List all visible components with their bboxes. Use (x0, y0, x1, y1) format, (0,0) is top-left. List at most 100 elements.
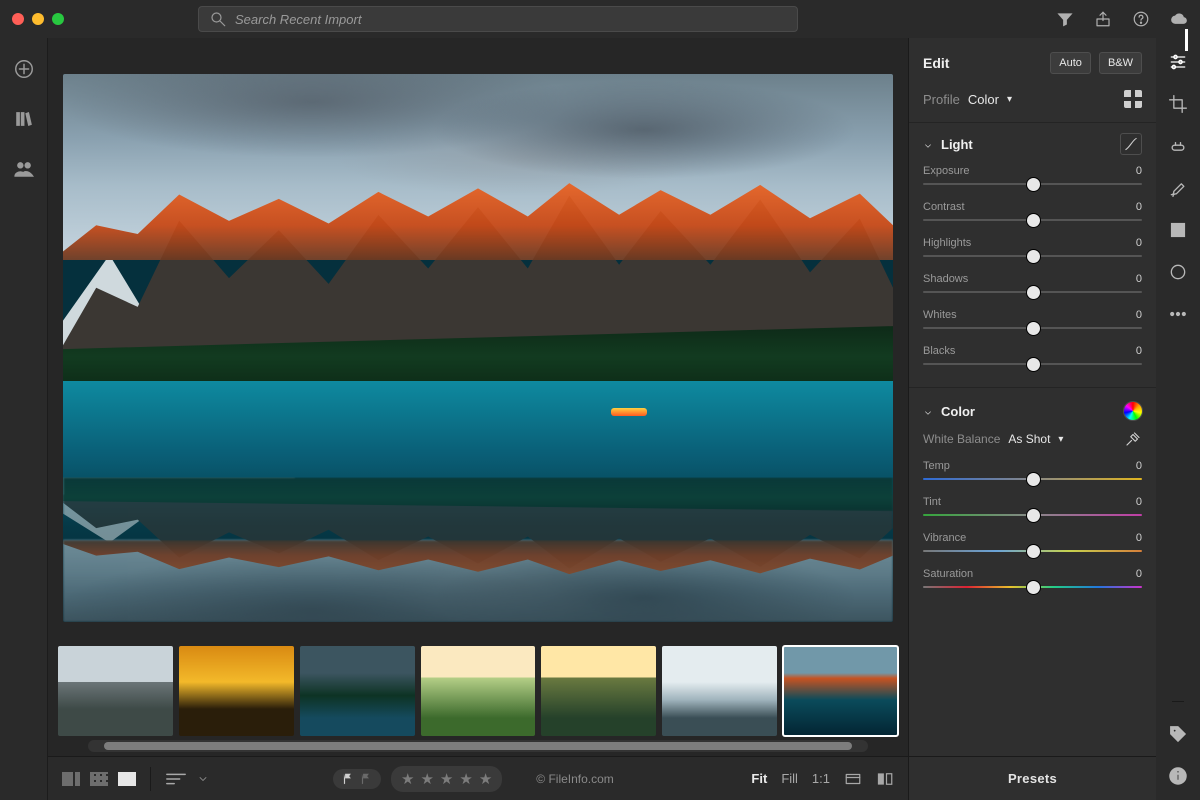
slider-contrast[interactable]: Contrast0 (923, 197, 1142, 233)
slider-knob[interactable] (1027, 473, 1040, 486)
slider-vibrance[interactable]: Vibrance0 (923, 528, 1142, 564)
slider-whites[interactable]: Whites0 (923, 305, 1142, 341)
slider-label: Highlights (923, 237, 971, 249)
slider-label: Temp (923, 460, 950, 472)
crop-icon[interactable] (1168, 94, 1188, 114)
canvas-area (48, 38, 908, 646)
window-minimize-button[interactable] (32, 13, 44, 25)
center-column: ★ ★ ★ ★ ★ © FileInfo.com Fit Fill 1:1 (48, 38, 908, 800)
star-icon[interactable]: ★ (440, 770, 453, 788)
window-zoom-button[interactable] (52, 13, 64, 25)
white-balance-label: White Balance (923, 432, 1000, 446)
eyedropper-icon[interactable] (1124, 430, 1142, 448)
chevron-down-icon[interactable] (923, 406, 933, 416)
info-icon[interactable] (1168, 766, 1188, 786)
star-icon[interactable]: ★ (420, 770, 433, 788)
more-icon[interactable] (1168, 304, 1188, 324)
slider-value: 0 (1136, 345, 1142, 357)
slider-label: Whites (923, 309, 957, 321)
filmstrip-thumb[interactable] (421, 646, 536, 736)
slider-knob[interactable] (1027, 358, 1040, 371)
library-icon[interactable] (13, 108, 35, 130)
slider-highlights[interactable]: Highlights 0 (923, 233, 1142, 269)
filmstrip-thumb[interactable] (179, 646, 294, 736)
window-close-button[interactable] (12, 13, 24, 25)
edit-sliders-icon[interactable] (1168, 52, 1188, 72)
radial-gradient-icon[interactable] (1168, 262, 1188, 282)
profile-label: Profile (923, 92, 960, 107)
slider-tint[interactable]: Tint 0 (923, 492, 1142, 528)
photo-canvas[interactable] (63, 74, 893, 622)
share-icon[interactable] (1094, 10, 1112, 28)
filmstrip-thumb[interactable] (541, 646, 656, 736)
slider-knob[interactable] (1027, 214, 1040, 227)
slider-knob[interactable] (1027, 509, 1040, 522)
edit-panel: Edit Auto B&W Profile Color ▾ Light (908, 38, 1156, 800)
view-single-button[interactable] (118, 772, 136, 786)
rating-control[interactable]: ★ ★ ★ ★ ★ (391, 766, 502, 792)
zoom-1to1[interactable]: 1:1 (812, 771, 830, 786)
slider-knob[interactable] (1027, 178, 1040, 191)
filter-icon[interactable] (1056, 10, 1074, 28)
slider-exposure[interactable]: Exposure0 (923, 161, 1142, 197)
slider-knob[interactable] (1027, 545, 1040, 558)
filmstrip-thumb-selected[interactable] (783, 646, 898, 736)
auto-button[interactable]: Auto (1050, 52, 1091, 74)
slider-label: Shadows (923, 273, 968, 285)
view-detail-button[interactable] (62, 772, 80, 786)
filmstrip-thumb[interactable] (662, 646, 777, 736)
tone-curve-icon[interactable] (1120, 133, 1142, 155)
chevron-down-icon[interactable] (197, 773, 209, 785)
filmstrip-thumb[interactable] (58, 646, 173, 736)
flag-controls[interactable] (333, 769, 381, 789)
edit-panel-title: Edit (923, 55, 1042, 71)
slider-value: 0 (1136, 496, 1142, 508)
star-icon[interactable]: ★ (459, 770, 472, 788)
bw-button[interactable]: B&W (1099, 52, 1142, 74)
slider-knob[interactable] (1027, 581, 1040, 594)
slider-knob[interactable] (1027, 322, 1040, 335)
slider-temp[interactable]: Temp 0 (923, 456, 1142, 492)
slider-label: Tint (923, 496, 941, 508)
show-original-icon[interactable] (844, 770, 862, 788)
filmstrip-scrollbar[interactable] (88, 740, 868, 752)
slider-blacks[interactable]: Blacks0 (923, 341, 1142, 377)
star-icon[interactable]: ★ (479, 770, 492, 788)
slider-value: 0 (1136, 237, 1142, 249)
search-field[interactable]: Search Recent Import (198, 6, 798, 32)
white-balance-value[interactable]: As Shot (1008, 432, 1050, 446)
add-photos-icon[interactable] (13, 58, 35, 80)
people-icon[interactable] (13, 158, 35, 180)
sort-icon[interactable] (165, 771, 187, 787)
help-icon[interactable] (1132, 10, 1150, 28)
slider-knob[interactable] (1027, 286, 1040, 299)
profile-value[interactable]: Color (968, 92, 999, 107)
slider-saturation[interactable]: Saturation0 (923, 564, 1142, 600)
slider-value: 0 (1136, 460, 1142, 472)
chevron-down-icon[interactable] (923, 139, 933, 149)
view-grid-button[interactable] (90, 772, 108, 786)
cloud-sync-icon[interactable] (1170, 10, 1188, 28)
light-section: Light Exposure0Contrast0Highlights0Shado… (909, 123, 1156, 383)
keywords-tag-icon[interactable] (1168, 724, 1188, 744)
zoom-fill[interactable]: Fill (781, 771, 798, 786)
slider-value: 0 (1136, 568, 1142, 580)
slider-shadows[interactable]: Shadows0 (923, 269, 1142, 305)
zoom-fit[interactable]: Fit (751, 771, 767, 786)
linear-gradient-icon[interactable] (1168, 220, 1188, 240)
brush-icon[interactable] (1168, 178, 1188, 198)
chevron-down-icon[interactable]: ▾ (1007, 94, 1012, 105)
slider-value: 0 (1136, 532, 1142, 544)
slider-label: Exposure (923, 165, 969, 177)
copyright-text: © FileInfo.com (536, 772, 614, 786)
slider-value: 0 (1136, 201, 1142, 213)
slider-knob[interactable] (1027, 250, 1040, 263)
compare-icon[interactable] (876, 770, 894, 788)
color-mixer-icon[interactable] (1124, 402, 1142, 420)
chevron-down-icon[interactable]: ▾ (1058, 434, 1063, 445)
filmstrip-thumb[interactable] (300, 646, 415, 736)
star-icon[interactable]: ★ (401, 770, 414, 788)
profile-browser-icon[interactable] (1124, 90, 1142, 108)
healing-brush-icon[interactable] (1168, 136, 1188, 156)
presets-button[interactable]: Presets (909, 756, 1156, 800)
